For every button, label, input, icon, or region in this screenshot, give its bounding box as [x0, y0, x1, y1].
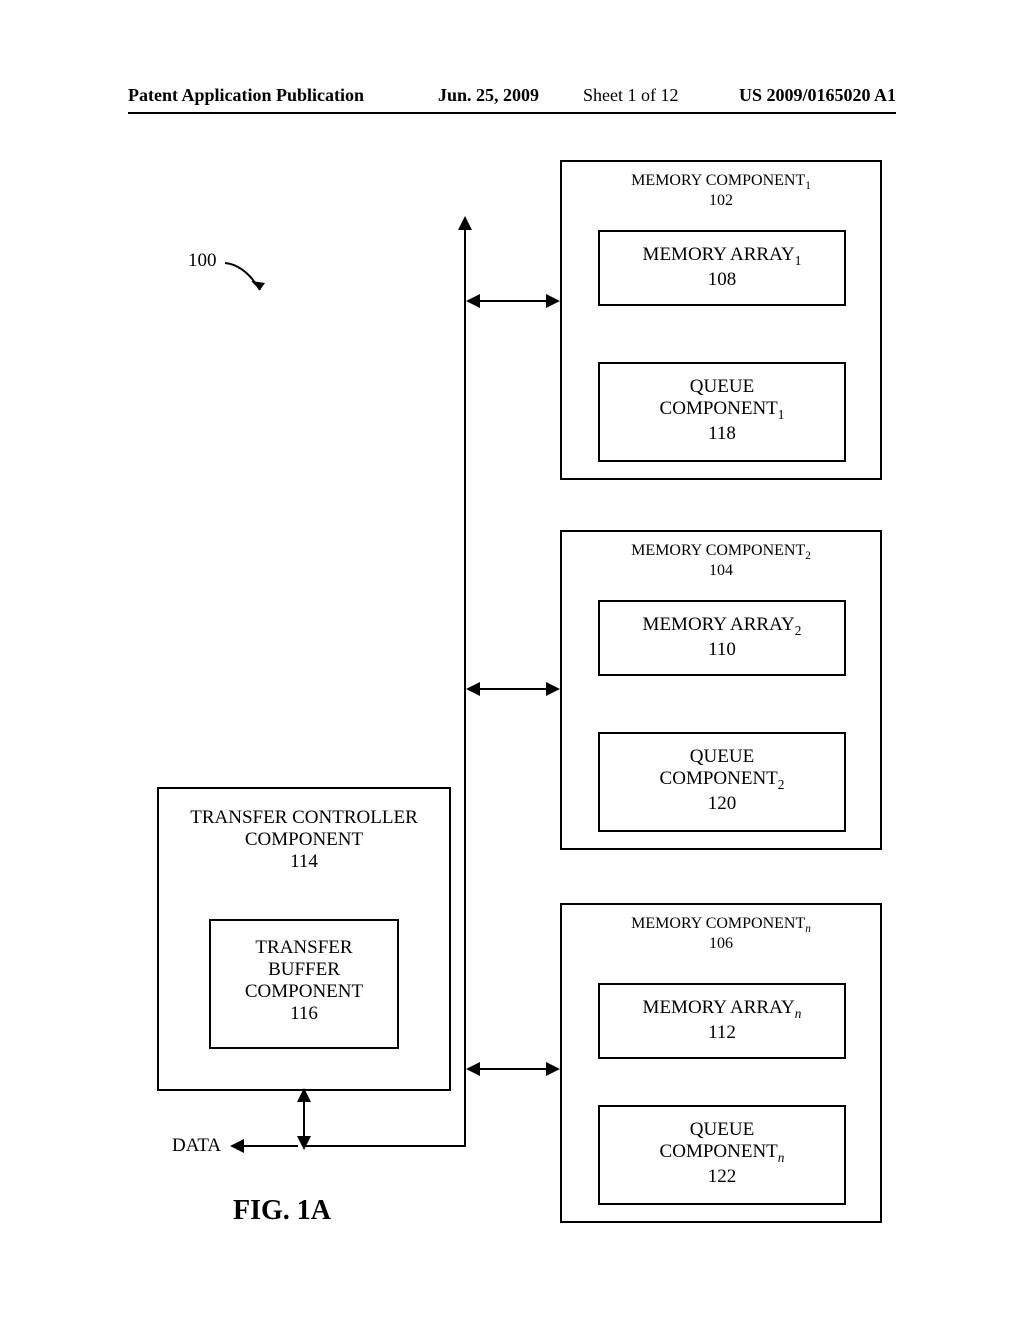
buffer-title-l2: BUFFER	[211, 959, 397, 981]
figure-label: FIG. 1A	[233, 1195, 331, 1227]
mem2-queue-sub: 2	[778, 777, 785, 792]
mem1-connector	[478, 300, 548, 302]
mem2-queue-box: QUEUE COMPONENT2 120	[598, 732, 846, 832]
mem1-title: MEMORY COMPONENT	[631, 172, 805, 189]
mem2-array-sub: 2	[795, 623, 802, 638]
data-connector	[242, 1145, 298, 1147]
memn-queue-l1: QUEUE	[600, 1119, 844, 1141]
mem2-arrow-right-icon	[546, 682, 560, 696]
buffer-title-l1: TRANSFER	[211, 937, 397, 959]
reference-arrow-icon	[215, 255, 275, 300]
memory-component-2: MEMORY COMPONENT2 104 MEMORY ARRAY2 110 …	[560, 530, 882, 850]
memn-array-box: MEMORY ARRAYn 112	[598, 983, 846, 1059]
bus-horizontal	[304, 1145, 466, 1147]
memn-queue-box: QUEUE COMPONENTn 122	[598, 1105, 846, 1205]
mem2-num: 104	[562, 562, 880, 580]
page: Patent Application Publication Jun. 25, …	[0, 0, 1024, 1320]
controller-title-l1: TRANSFER CONTROLLER	[159, 807, 449, 829]
memn-arrow-right-icon	[546, 1062, 560, 1076]
transfer-controller-box: TRANSFER CONTROLLER COMPONENT 114 TRANSF…	[157, 787, 451, 1091]
header-date: Jun. 25, 2009	[438, 85, 539, 106]
mem1-queue-l2: COMPONENT	[660, 398, 778, 419]
mem2-arrow-left-icon	[466, 682, 480, 696]
memory-component-1: MEMORY COMPONENT1 102 MEMORY ARRAY1 108 …	[560, 160, 882, 480]
memn-num: 106	[562, 935, 880, 953]
mem2-array-title: MEMORY ARRAY	[643, 614, 795, 635]
mem1-num: 102	[562, 192, 880, 210]
mem2-connector	[478, 688, 548, 690]
header-pubnum: US 2009/0165020 A1	[739, 85, 896, 106]
reference-100: 100	[188, 250, 217, 272]
mem1-arrow-left-icon	[466, 294, 480, 308]
mem2-queue-l2: COMPONENT	[660, 768, 778, 789]
memn-queue-l2: COMPONENT	[660, 1141, 778, 1162]
memn-sub: n	[805, 923, 811, 935]
header-sheet: Sheet 1 of 12	[583, 85, 678, 106]
controller-arrow-down-icon	[297, 1136, 311, 1150]
memn-title: MEMORY COMPONENT	[631, 915, 805, 932]
mem1-queue-num: 118	[600, 423, 844, 445]
mem2-queue-l1: QUEUE	[600, 746, 844, 768]
memory-component-n: MEMORY COMPONENTn 106 MEMORY ARRAYn 112 …	[560, 903, 882, 1223]
mem1-arrow-right-icon	[546, 294, 560, 308]
mem2-array-num: 110	[600, 639, 844, 661]
mem2-sub: 2	[805, 550, 811, 562]
memn-arrow-left-icon	[466, 1062, 480, 1076]
mem1-queue-l1: QUEUE	[600, 376, 844, 398]
memn-connector	[478, 1068, 548, 1070]
buffer-title-l3: COMPONENT	[211, 981, 397, 1003]
mem1-array-box: MEMORY ARRAY1 108	[598, 230, 846, 306]
mem1-queue-sub: 1	[778, 407, 785, 422]
mem2-title: MEMORY COMPONENT	[631, 542, 805, 559]
controller-num: 114	[159, 851, 449, 873]
mem1-sub: 1	[805, 180, 811, 192]
data-label: DATA	[172, 1135, 221, 1157]
transfer-buffer-box: TRANSFER BUFFER COMPONENT 116	[209, 919, 399, 1049]
header-rule	[128, 112, 896, 114]
buffer-num: 116	[211, 1003, 397, 1025]
data-arrow-left-icon	[230, 1139, 244, 1153]
memn-array-sub: n	[795, 1006, 802, 1021]
mem1-array-num: 108	[600, 269, 844, 291]
controller-title-l2: COMPONENT	[159, 829, 449, 851]
mem1-array-sub: 1	[795, 253, 802, 268]
bus-arrow-up-icon	[458, 216, 472, 230]
memn-array-title: MEMORY ARRAY	[643, 997, 795, 1018]
header-publication: Patent Application Publication	[128, 85, 364, 106]
mem2-queue-num: 120	[600, 793, 844, 815]
mem2-array-box: MEMORY ARRAY2 110	[598, 600, 846, 676]
memn-queue-num: 122	[600, 1166, 844, 1188]
mem1-array-title: MEMORY ARRAY	[643, 244, 795, 265]
mem1-queue-box: QUEUE COMPONENT1 118	[598, 362, 846, 462]
memn-array-num: 112	[600, 1022, 844, 1044]
memn-queue-sub: n	[778, 1150, 785, 1165]
